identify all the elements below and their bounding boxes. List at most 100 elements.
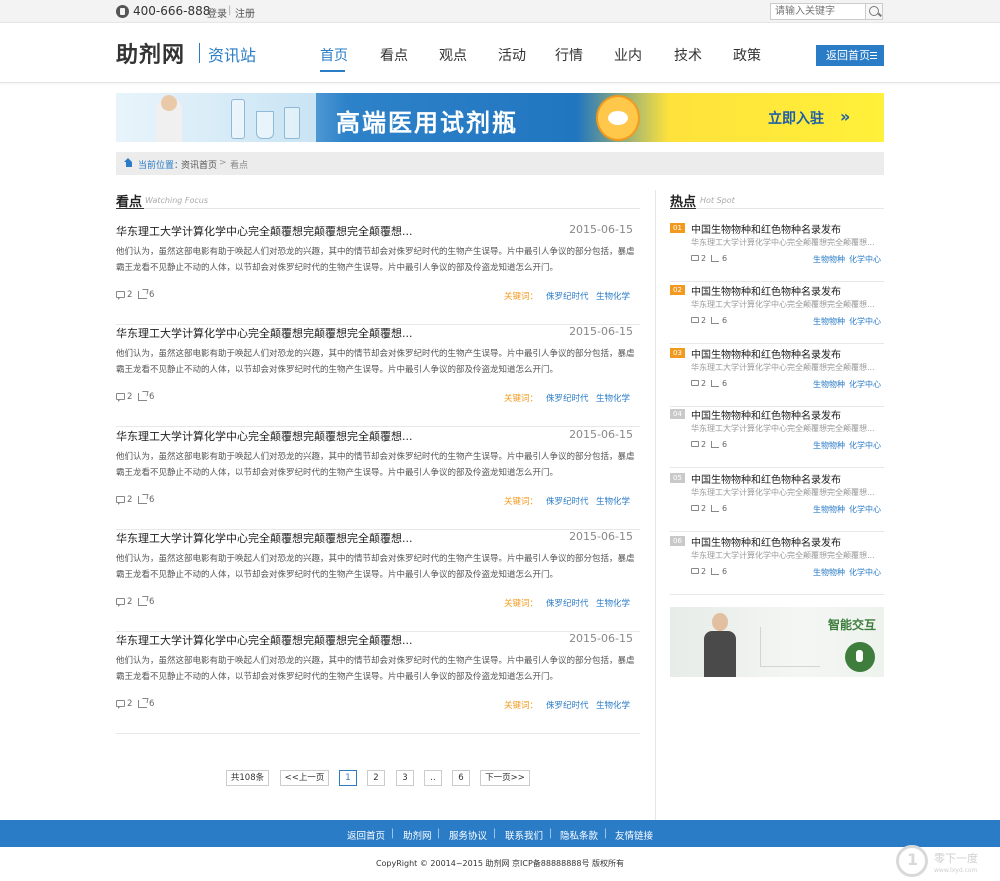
share-count: 6 [722,567,728,576]
pagination-total: 共108条 [226,770,269,786]
keyword-link[interactable]: 生物化学 [596,699,630,711]
hot-item-title[interactable]: 中国生物物种和红色物种名录发布 [691,407,841,422]
comment-icon[interactable] [116,700,125,709]
comment-icon[interactable] [116,393,125,402]
footer-link-contact[interactable]: 联系我们 [505,828,543,842]
share-icon[interactable] [711,255,719,262]
watermark-url: www.lxyd.com [934,867,978,874]
article-title[interactable]: 华东理工大学计算化学中心完全颠覆想完颠覆想完全颠覆想... [116,632,413,648]
footer-link-terms[interactable]: 服务协议 [449,828,487,842]
footer-link-site[interactable]: 助剂网 [403,828,432,842]
comment-icon[interactable] [691,505,699,511]
comment-count: 2 [701,440,707,449]
nav-item-technology[interactable]: 技术 [674,45,702,65]
keyword-link[interactable]: 生物物种 [813,440,845,451]
keyword-link[interactable]: 侏罗纪时代 [546,597,589,609]
keyword-link[interactable]: 生物化学 [596,495,630,507]
copyright: CopyRight © 20014~2015 助剂网 京ICP备88888888… [375,859,625,868]
comment-count: 2 [701,254,707,263]
nav-item-events[interactable]: 活动 [498,45,526,65]
hot-item-title[interactable]: 中国生物物种和红色物种名录发布 [691,534,841,549]
site-logo[interactable]: 助剂网 [116,37,185,69]
comment-icon[interactable] [691,380,699,386]
pagination-next[interactable]: 下一页>> [480,770,530,786]
back-home-button[interactable]: 返回首页 [816,45,884,66]
share-icon[interactable] [711,441,719,448]
keyword-link[interactable]: 化学中心 [849,567,881,578]
keyword-link[interactable]: 生物物种 [813,504,845,515]
article-title[interactable]: 华东理工大学计算化学中心完全颠覆想完颠覆想完全颠覆想... [116,428,413,444]
share-icon[interactable] [138,496,147,504]
share-icon[interactable] [138,393,147,401]
nav-item-watching[interactable]: 看点 [380,45,408,65]
comment-icon[interactable] [116,598,125,607]
nav-item-home[interactable]: 首页 [320,45,348,65]
keyword-link[interactable]: 化学中心 [849,254,881,265]
footer-link-privacy[interactable]: 隐私条款 [560,828,598,842]
comment-icon[interactable] [691,317,699,323]
footer-link-friends[interactable]: 友情链接 [615,828,653,842]
pagination-prev[interactable]: <<上一页 [280,770,329,786]
rank-badge: 04 [670,409,685,419]
comment-icon[interactable] [691,568,699,574]
keyword-link[interactable]: 侏罗纪时代 [546,495,589,507]
keyword-link[interactable]: 生物化学 [596,597,630,609]
comment-icon[interactable] [116,496,125,505]
nav-item-market[interactable]: 行情 [555,45,583,65]
article-title[interactable]: 华东理工大学计算化学中心完全颠覆想完颠覆想完全颠覆想... [116,530,413,546]
register-link[interactable]: 注册 [235,5,255,20]
share-icon[interactable] [711,317,719,324]
keyword-link[interactable]: 侏罗纪时代 [546,290,589,302]
share-icon[interactable] [711,380,719,387]
hot-item-title[interactable]: 中国生物物种和红色物种名录发布 [691,221,841,236]
reagent-bottle-graphic [284,107,300,139]
pagination-page[interactable]: 3 [396,770,414,786]
share-icon[interactable] [138,598,147,606]
share-count: 6 [149,699,155,709]
comment-count: 2 [127,392,133,402]
keyword-link[interactable]: 化学中心 [849,379,881,390]
keyword-link[interactable]: 侏罗纪时代 [546,699,589,711]
pagination-page[interactable]: 1 [339,770,357,786]
keyword-link[interactable]: 生物物种 [813,379,845,390]
keyword-link[interactable]: 侏罗纪时代 [546,392,589,404]
pagination-page[interactable]: 6 [452,770,470,786]
keyword-link[interactable]: 生物物种 [813,567,845,578]
nav-item-policy[interactable]: 政策 [733,45,761,65]
promo-banner[interactable]: 高端医用试剂瓶 立即入驻 » [116,93,884,142]
hot-item-title[interactable]: 中国生物物种和红色物种名录发布 [691,283,841,298]
nav-item-industry[interactable]: 业内 [614,45,642,65]
hot-list-item: 01 中国生物物种和红色物种名录发布 华东理工大学计算化学中心完全颠覆想完全颠覆… [670,220,884,282]
login-link[interactable]: 登录 [207,5,227,20]
keyword-link[interactable]: 生物化学 [596,290,630,302]
breadcrumb-news-home[interactable]: 资讯首页 [181,158,217,171]
banner-cta[interactable]: 立即入驻 [768,108,824,128]
keyword-link[interactable]: 生物化学 [596,392,630,404]
footer-link-home[interactable]: 返回首页 [347,828,385,842]
sidebar-ad[interactable]: 智能交互 [670,607,884,677]
keyword-link[interactable]: 生物物种 [813,254,845,265]
comment-icon[interactable] [116,291,125,300]
keyword-link[interactable]: 化学中心 [849,316,881,327]
article-title[interactable]: 华东理工大学计算化学中心完全颠覆想完颠覆想完全颠覆想... [116,223,413,239]
keywords-label: 关键词： [504,497,539,507]
nav-item-opinion[interactable]: 观点 [439,45,467,65]
site-subtitle: 资讯站 [208,46,257,65]
keyword-link[interactable]: 化学中心 [849,504,881,515]
article-title[interactable]: 华东理工大学计算化学中心完全颠覆想完颠覆想完全颠覆想... [116,325,413,341]
search-button[interactable] [865,3,883,20]
share-icon[interactable] [138,291,147,299]
share-count: 6 [722,440,728,449]
reagent-bottle-graphic [231,99,245,139]
pagination-page[interactable]: 2 [367,770,385,786]
keyword-link[interactable]: 化学中心 [849,440,881,451]
share-icon[interactable] [711,568,719,575]
comment-icon[interactable] [691,255,699,261]
hot-item-title[interactable]: 中国生物物种和红色物种名录发布 [691,346,841,361]
share-icon[interactable] [138,700,147,708]
comment-icon[interactable] [691,441,699,447]
keyword-link[interactable]: 生物物种 [813,316,845,327]
search-input[interactable] [770,3,866,20]
hot-item-title[interactable]: 中国生物物种和红色物种名录发布 [691,471,841,486]
share-icon[interactable] [711,505,719,512]
